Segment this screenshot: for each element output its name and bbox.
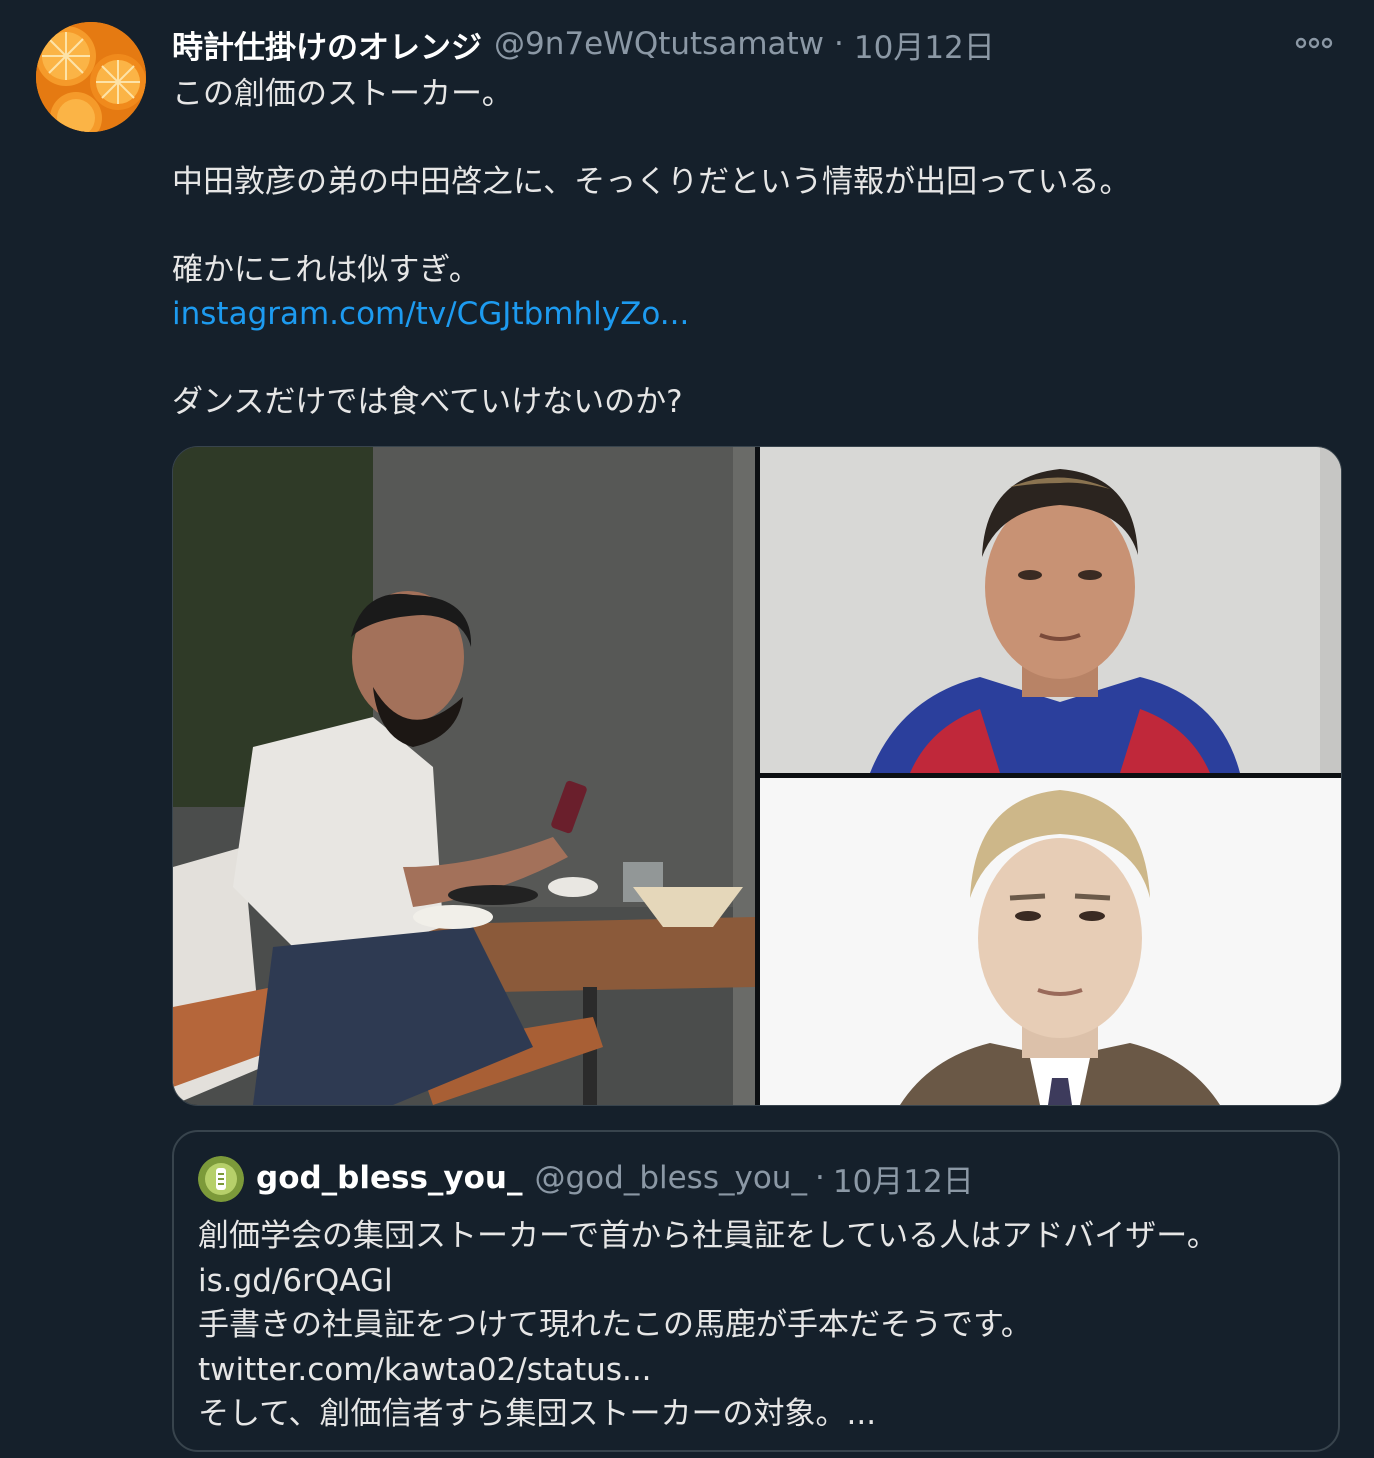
quote-link-twitter: twitter.com/kawta02/status... <box>198 1351 652 1388</box>
tweet-date[interactable]: 10月12日 <box>854 22 995 67</box>
author-display-name[interactable]: 時計仕掛けのオレンジ <box>172 22 482 67</box>
tweet-text-line: ダンスだけでは食べていけないのか? <box>172 384 683 420</box>
quote-author-avatar <box>198 1156 244 1202</box>
quote-author-display-name: god_bless_you_ <box>256 1160 523 1196</box>
tweet-text: この創価のストーカー。 中田敦彦の弟の中田啓之に、そっくりだという情報が出回って… <box>172 72 1332 424</box>
tweet-media-grid <box>172 446 1342 1106</box>
author-avatar[interactable] <box>36 22 146 132</box>
quote-date: 10月12日 <box>832 1163 974 1200</box>
quote-text: 創価学会の集団ストーカーで首から社員証をしている人はアドバイザー。 is.gd/… <box>198 1214 1318 1437</box>
quote-text-line: 手書きの社員証をつけて現れたこの馬鹿が手本だそうです。 <box>198 1307 1032 1343</box>
more-options-button[interactable] <box>1294 30 1334 56</box>
photo-man-portrait-blonde[interactable] <box>760 778 1341 1105</box>
quote-text-line: そして、創価信者すら集団ストーカーの対象。... <box>198 1396 877 1432</box>
orange-slices-avatar-icon <box>36 22 146 132</box>
instagram-link[interactable]: instagram.com/tv/CGJtbmhlyZo... <box>172 292 1332 336</box>
tweet-text-line: 中田敦彦の弟の中田啓之に、そっくりだという情報が出回っている。 <box>172 164 1131 200</box>
header-separator: · <box>834 26 844 62</box>
quote-header-separator: · <box>814 1160 825 1196</box>
quoted-tweet[interactable]: god_bless_you_ @god_bless_you_ · 10月12日 … <box>172 1130 1340 1452</box>
photo-man-with-phone-at-cafe[interactable] <box>173 447 755 1105</box>
tweet-header: 時計仕掛けのオレンジ @9n7eWQtutsamatw · 10月12日 <box>172 20 995 68</box>
author-handle[interactable]: @9n7eWQtutsamatw <box>494 26 824 62</box>
quote-header: god_bless_you_ @god_bless_you_ · 10月12日 <box>256 1154 974 1202</box>
quote-text-line: 創価学会の集団ストーカーで首から社員証をしている人はアドバイザー。 <box>198 1218 1218 1254</box>
quote-link-isgd: is.gd/6rQAGl <box>198 1262 393 1299</box>
more-options-icon <box>1295 37 1333 49</box>
tweet-text-line: この創価のストーカー。 <box>172 76 513 112</box>
photo-man-portrait-blue-jacket[interactable] <box>760 447 1341 773</box>
quote-author-handle: @god_bless_you_ <box>534 1160 807 1196</box>
green-circle-avatar-icon <box>198 1156 244 1202</box>
tweet-text-line: 確かにこれは似すぎ。 <box>172 252 480 288</box>
